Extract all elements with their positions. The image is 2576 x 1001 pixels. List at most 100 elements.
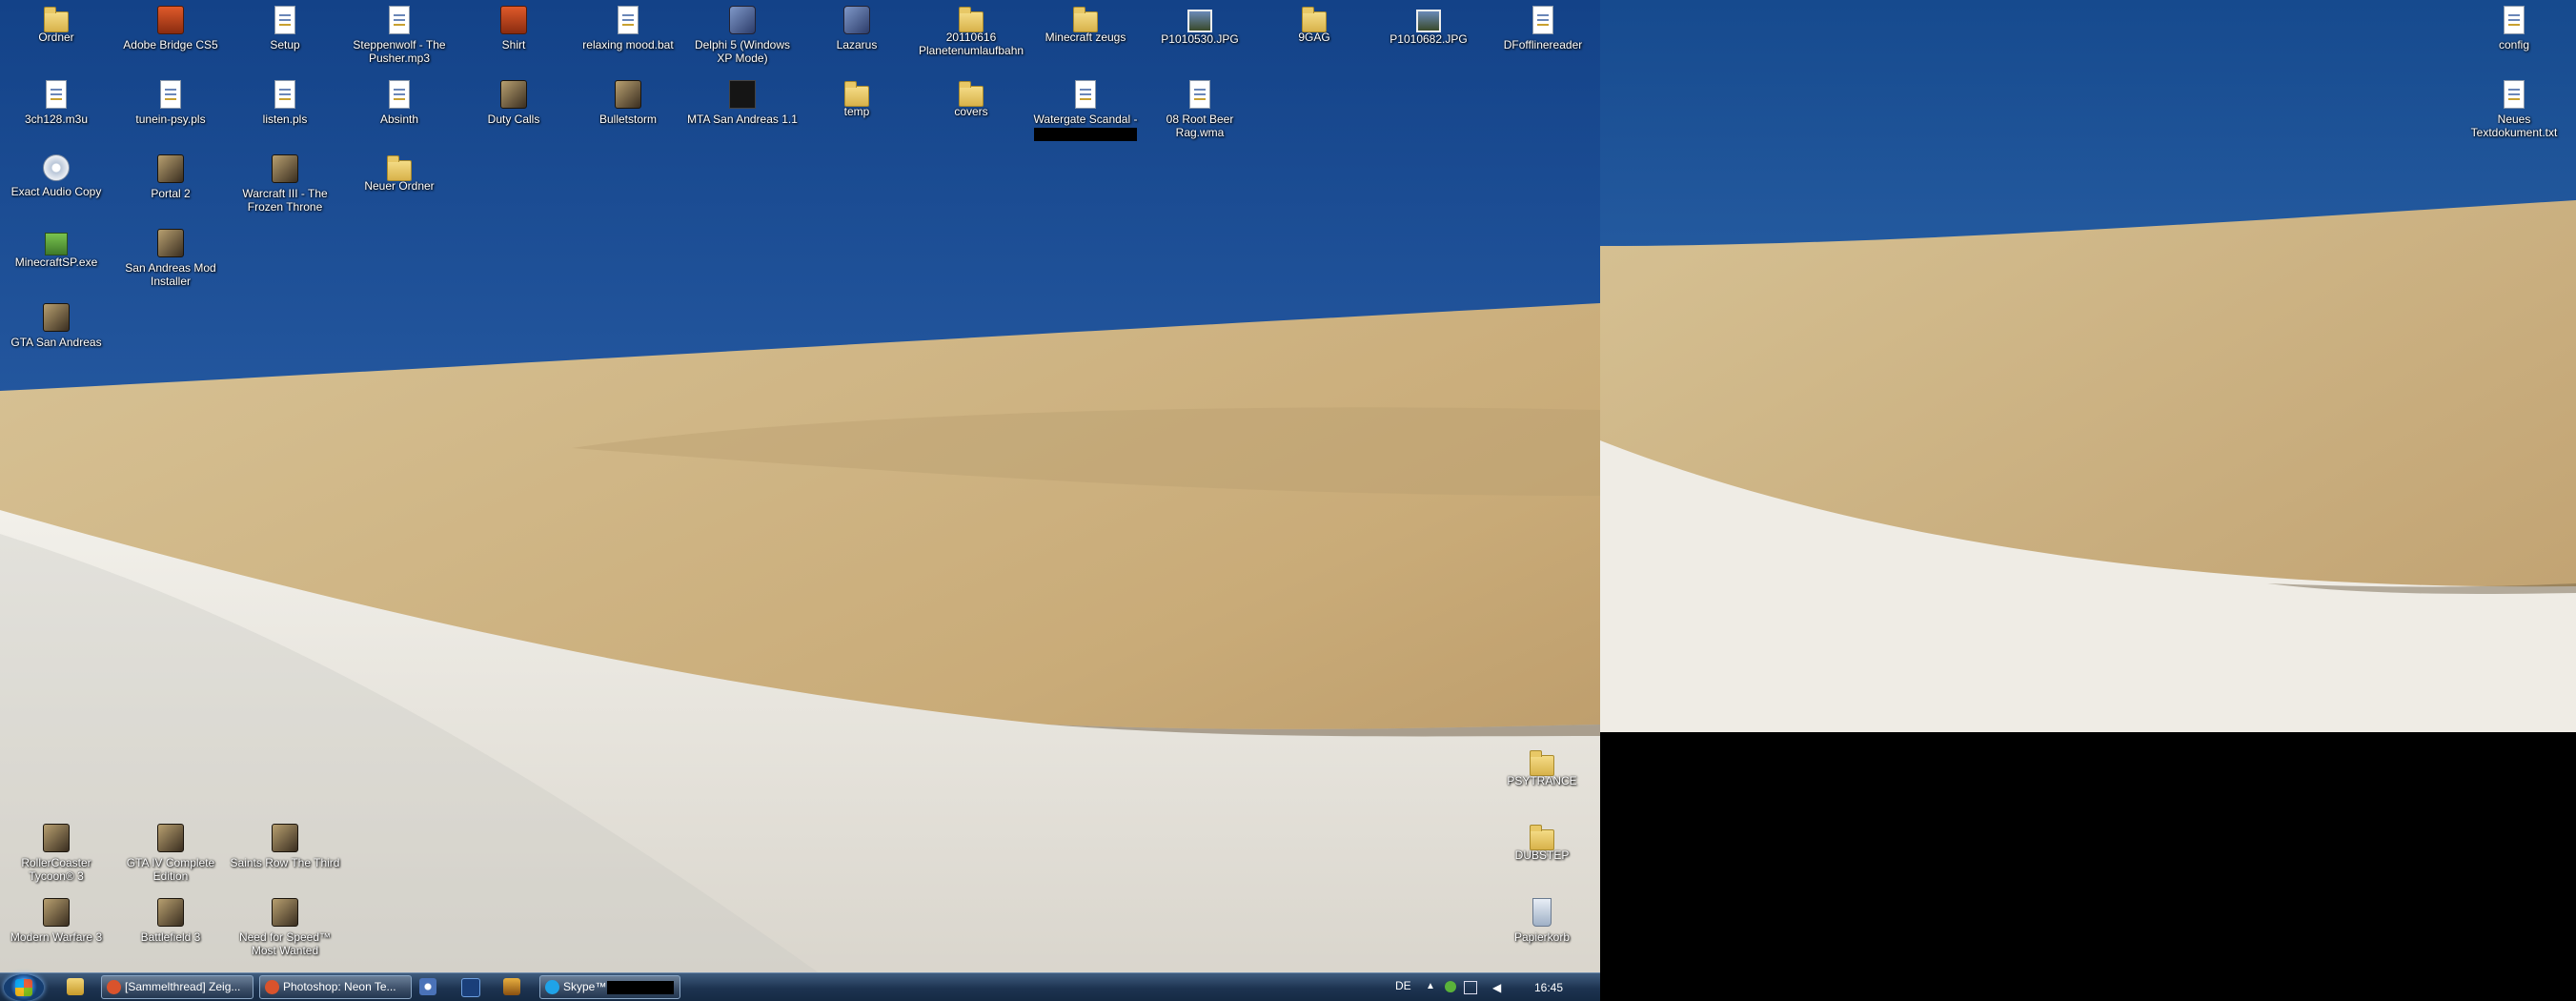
language-indicator[interactable]: DE — [1395, 979, 1411, 992]
game-icon — [272, 824, 298, 852]
desktop-icon-san-andreas-mod-installer[interactable]: San Andreas Mod Installer — [114, 223, 227, 288]
desktop-icon-label: MinecraftSP.exe — [14, 255, 98, 269]
desktop-icon-portal-2[interactable]: Portal 2 — [114, 149, 227, 200]
desktop-icon-3ch128-m3u[interactable]: 3ch128.m3u — [0, 74, 112, 126]
desktop-icon-label: Saints Row The Third — [230, 856, 340, 869]
desktop-icon-label: Exact Audio Copy — [10, 185, 102, 198]
desktop-icon-mta-san-andreas-1-1[interactable]: MTA San Andreas 1.1 — [686, 74, 799, 126]
taskbar-button-skype[interactable]: Skype™ — [539, 975, 680, 999]
winamp-icon[interactable] — [503, 978, 520, 995]
desktop-icon-20110616-planetenumlaufbahn[interactable]: 20110616 Planetenumlaufbahn — [915, 0, 1027, 57]
desktop-icon-warcraft-iii-the-frozen-throne[interactable]: Warcraft III - The Frozen Throne — [229, 149, 341, 214]
game-icon — [272, 154, 298, 183]
file-icon — [46, 80, 67, 109]
desktop-icon-shirt[interactable]: Shirt — [457, 0, 570, 51]
desktop-icon-label: Steppenwolf - The Pusher.mp3 — [353, 38, 446, 65]
desktop-icon-label: Lazarus — [836, 38, 878, 51]
desktop-icon-label: PSYTRANCE — [1507, 774, 1577, 787]
desktop-icon-p1010530-jpg[interactable]: P1010530.JPG — [1144, 0, 1256, 46]
network-icon[interactable] — [1464, 981, 1477, 994]
desktop-icon-label: Bulletstorm — [598, 112, 658, 126]
desktop-icon-label: listen.pls — [262, 112, 308, 126]
explorer-icon[interactable] — [67, 978, 84, 995]
desktop-icon-gta-san-andreas[interactable]: GTA San Andreas — [0, 297, 112, 349]
game-icon — [272, 898, 298, 927]
desktop-icon-temp[interactable]: temp — [801, 74, 913, 118]
photoshop-icon[interactable] — [461, 978, 480, 997]
desktop-icon-need-for-speed-most-wanted[interactable]: Need for Speed™ Most Wanted — [229, 892, 341, 957]
desktop-icon-saints-row-the-third[interactable]: Saints Row The Third — [229, 818, 341, 869]
desktop-icon-exact-audio-copy[interactable]: Exact Audio Copy — [0, 149, 112, 198]
game-icon — [43, 898, 70, 927]
desktop-icon-listen-pls[interactable]: listen.pls — [229, 74, 341, 126]
desktop-icon-steppenwolf-the-pusher-mp3[interactable]: Steppenwolf - The Pusher.mp3 — [343, 0, 456, 65]
volume-icon[interactable]: ◀ — [1492, 981, 1504, 994]
desktop-icon-lazarus[interactable]: Lazarus — [801, 0, 913, 51]
desktop-icon-rollercoaster-tycoon-3[interactable]: RollerCoaster Tycoon® 3 — [0, 818, 112, 883]
folder-icon — [959, 7, 984, 32]
folder-icon — [1073, 7, 1098, 32]
game-icon — [157, 229, 184, 257]
game-icon — [157, 154, 184, 183]
windows-logo-icon — [15, 979, 32, 996]
desktop-icon-label: Setup — [270, 38, 300, 51]
desktop-icon-label: P1010682.JPG — [1389, 32, 1468, 46]
photo-icon — [1416, 10, 1441, 32]
game-icon — [157, 898, 184, 927]
desktop-icon-dfofflinereader[interactable]: DFofflinereader — [1487, 0, 1599, 51]
red-icon — [157, 6, 184, 34]
desktop-icon-minecraft-zeugs[interactable]: Minecraft zeugs — [1029, 0, 1142, 44]
app-icon — [843, 6, 870, 34]
desktop-icon-delphi-5-windows-xp-mode[interactable]: Delphi 5 (Windows XP Mode) — [686, 0, 799, 65]
folder-icon — [387, 155, 412, 181]
app-icon — [545, 980, 559, 994]
primary-monitor-desktop[interactable]: Ordner Adobe Bridge CS5 Setup Steppenwolf -… — [0, 0, 1600, 1001]
folder-icon — [1530, 750, 1554, 776]
desktop-icon-papierkorb[interactable]: Papierkorb — [1486, 892, 1598, 944]
security-tray-icon[interactable] — [1445, 981, 1456, 992]
file-icon — [618, 6, 639, 34]
red-icon — [500, 6, 527, 34]
taskbar-button-sammelthread-zeig[interactable]: [Sammelthread] Zeig... — [101, 975, 254, 999]
desktop-icon-label: P1010530.JPG — [1161, 32, 1239, 46]
desktop-icon-p1010682-jpg[interactable]: P1010682.JPG — [1372, 0, 1485, 46]
desktop-icon-08-root-beer-rag-wma[interactable]: 08 Root Beer Rag.wma — [1144, 74, 1256, 139]
desktop-icon-gta-iv-complete-edition[interactable]: GTA IV Complete Edition — [114, 818, 227, 883]
desktop-icon-dubstep[interactable]: DUBSTEP — [1486, 818, 1598, 862]
desktop-icon-modern-warfare-3[interactable]: Modern Warfare 3 — [0, 892, 112, 944]
file-icon — [274, 6, 295, 34]
desktop-icon-label: Delphi 5 (Windows XP Mode) — [694, 38, 791, 65]
desktop-icon-tunein-psy-pls[interactable]: tunein-psy.pls — [114, 74, 227, 126]
desktop-icon-label: Warcraft III - The Frozen Throne — [242, 187, 328, 214]
desktop-icon-relaxing-mood-bat[interactable]: relaxing mood.bat — [572, 0, 684, 51]
desktop-icon-bulletstorm[interactable]: Bulletstorm — [572, 74, 684, 126]
desktop-icon-covers[interactable]: covers — [915, 74, 1027, 118]
desktop-icon-duty-calls[interactable]: Duty Calls — [457, 74, 570, 126]
app-icon — [265, 980, 279, 994]
desert-wallpaper-secondary — [1600, 0, 2576, 732]
desktop-icon-setup[interactable]: Setup — [229, 0, 341, 51]
desktop-icon-psytrance[interactable]: PSYTRANCE — [1486, 744, 1598, 787]
media-player-icon[interactable] — [419, 978, 436, 995]
start-button[interactable] — [4, 974, 44, 1001]
desktop-icon-adobe-bridge-cs5[interactable]: Adobe Bridge CS5 — [114, 0, 227, 51]
desktop-icon-ordner[interactable]: Ordner — [0, 0, 112, 44]
desktop-icon-minecraftsp-exe[interactable]: MinecraftSP.exe — [0, 223, 112, 269]
secondary-monitor-desktop[interactable]: config Neues Textdokument.txt — [1600, 0, 2576, 732]
show-hidden-icons-chevron-icon[interactable]: ▲ — [1426, 981, 1437, 992]
desktop-icon-neues-textdokument-txt[interactable]: Neues Textdokument.txt — [2458, 74, 2570, 139]
desktop-icon-battlefield-3[interactable]: Battlefield 3 — [114, 892, 227, 944]
desktop-icon-absinth[interactable]: Absinth — [343, 74, 456, 126]
taskbar-button-photoshop-neon-te[interactable]: Photoshop: Neon Te... — [259, 975, 412, 999]
disc-icon — [43, 154, 70, 181]
desktop-icon-label: Neues Textdokument.txt — [2470, 112, 2558, 139]
clock[interactable]: 16:45 — [1534, 981, 1563, 994]
desktop-icon-label: DFofflinereader — [1503, 38, 1583, 51]
game-icon — [43, 824, 70, 852]
desktop-icon-9gag[interactable]: 9GAG — [1258, 0, 1370, 44]
desktop-icon-neuer-ordner[interactable]: Neuer Ordner — [343, 149, 456, 193]
desktop-icon-watergate-scandal[interactable]: Watergate Scandal - — [1029, 74, 1142, 141]
taskbar-button-label: [Sammelthread] Zeig... — [125, 980, 241, 993]
desktop-icon-config[interactable]: config — [2458, 0, 2570, 51]
taskbar-button-label: Photoshop: Neon Te... — [283, 980, 396, 993]
